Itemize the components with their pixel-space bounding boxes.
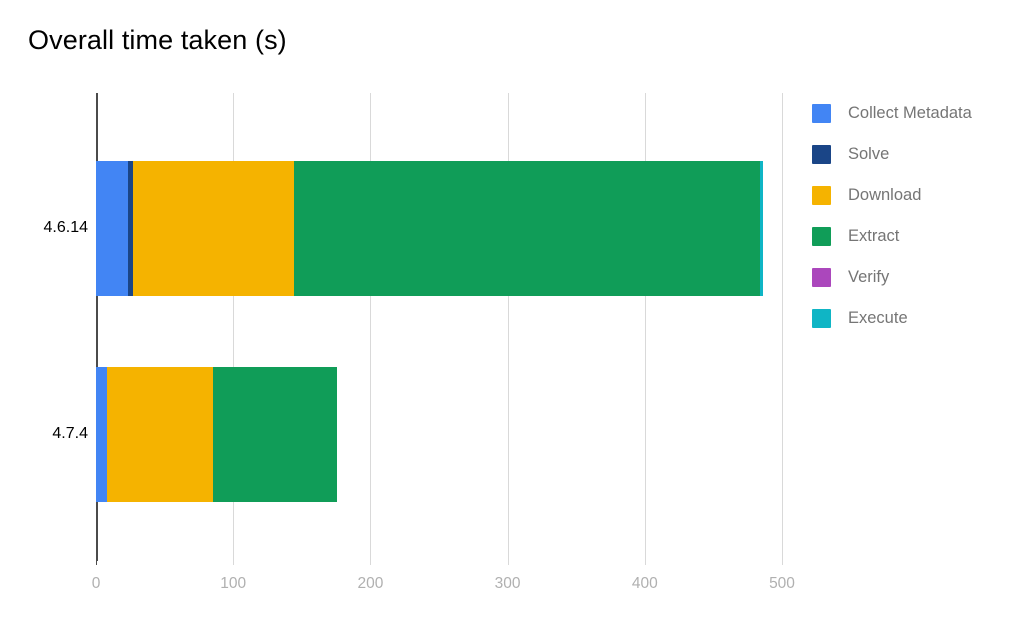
legend-swatch-icon	[812, 104, 831, 123]
legend-item[interactable]: Extract	[812, 216, 1017, 257]
bar-group[interactable]	[96, 366, 782, 502]
x-tick-label: 0	[91, 575, 101, 592]
legend-swatch-icon	[812, 309, 831, 328]
legend-item[interactable]: Execute	[812, 298, 1017, 339]
legend-label: Verify	[848, 268, 890, 286]
bar-segment[interactable]	[293, 160, 761, 296]
bar-group[interactable]	[96, 160, 782, 296]
legend-item[interactable]: Solve	[812, 134, 1017, 175]
legend-item[interactable]: Verify	[812, 257, 1017, 298]
gridline	[782, 93, 783, 555]
x-tick-mark	[507, 555, 509, 565]
x-tick-label: 200	[357, 575, 384, 592]
chart-container: Overall time taken (s) 0 100 200 300 400 500 …	[0, 0, 1024, 633]
legend-label: Execute	[848, 309, 908, 327]
category-label: 4.6.14	[43, 219, 88, 236]
plot-area	[96, 93, 783, 555]
bar-segment[interactable]	[760, 160, 763, 296]
x-tick-label: 400	[631, 575, 658, 592]
legend-swatch-icon	[812, 227, 831, 246]
bar-segment[interactable]	[133, 160, 294, 296]
legend-label: Solve	[848, 145, 890, 163]
chart-legend: Collect Metadata Solve Download Extract Veri…	[812, 93, 1017, 339]
legend-label: Collect Metadata	[848, 104, 972, 122]
x-tick-mark	[96, 555, 97, 565]
x-tick-mark	[370, 555, 372, 565]
legend-swatch-icon	[812, 145, 831, 164]
y-axis-category-labels: 4.6.14 4.7.4	[0, 0, 88, 633]
legend-swatch-icon	[812, 268, 831, 287]
category-label: 4.7.4	[52, 425, 88, 442]
x-tick-mark	[233, 555, 235, 565]
legend-item[interactable]: Collect Metadata	[812, 93, 1017, 134]
x-tick-mark	[782, 555, 783, 565]
x-tick-label: 500	[769, 575, 795, 592]
bar-segment[interactable]	[96, 160, 128, 296]
legend-swatch-icon	[812, 186, 831, 205]
x-tick-label: 100	[220, 575, 247, 592]
bar-segment[interactable]	[96, 366, 107, 502]
legend-item[interactable]: Download	[812, 175, 1017, 216]
x-tick-label: 300	[494, 575, 521, 592]
x-tick-mark	[644, 555, 646, 565]
bar-segment[interactable]	[212, 366, 338, 502]
bar-segment[interactable]	[106, 366, 213, 502]
legend-label: Extract	[848, 227, 900, 245]
legend-label: Download	[848, 186, 922, 204]
